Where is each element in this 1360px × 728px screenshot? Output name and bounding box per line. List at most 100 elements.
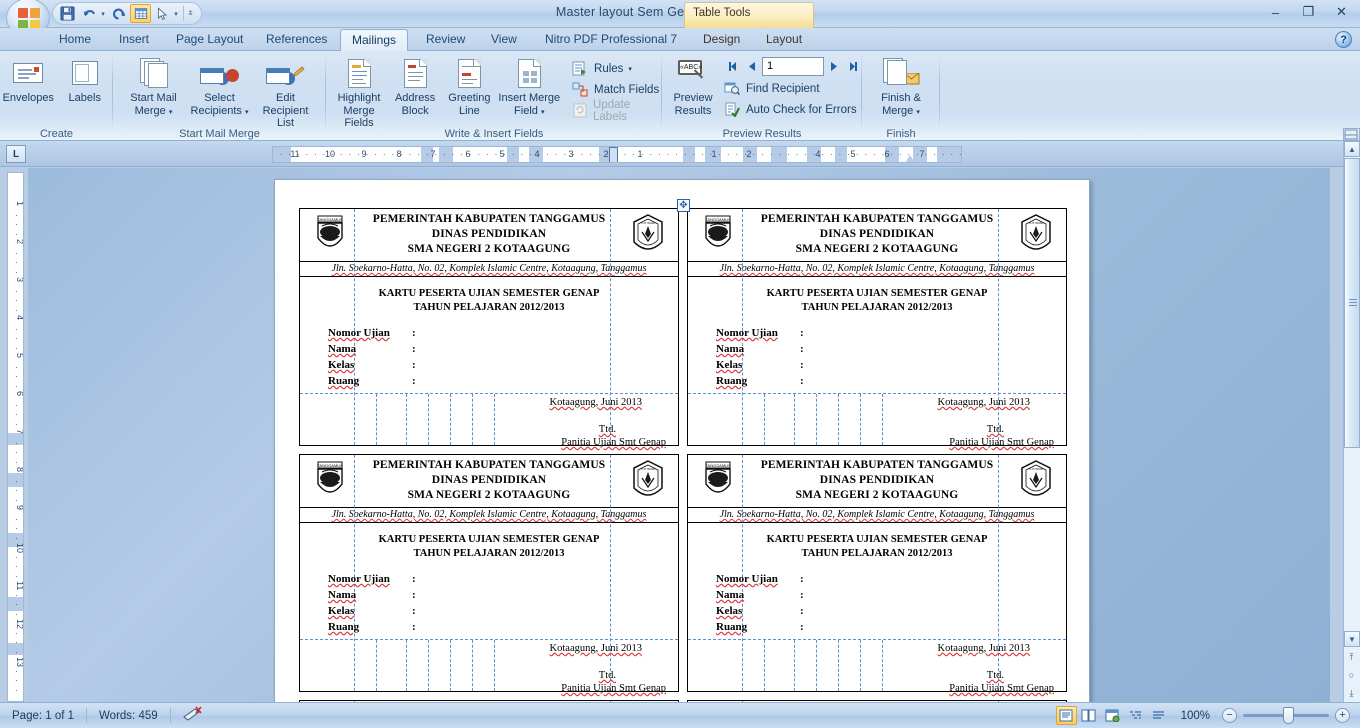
ruler-minor-tick: · [744,150,747,159]
chevron-down-icon[interactable]: ▾ [628,65,632,73]
address-block-icon [403,57,427,89]
find-recipient-label: Find Recipient [746,82,820,95]
document-page[interactable]: ✥ TANGGAMUS TUT WURI PEMERINTAH KABUPATEN … [274,179,1090,702]
find-recipient-button[interactable]: Find Recipient [724,78,862,99]
ruler-minor-tick: · [778,150,782,159]
restore-button[interactable]: ❐ [1294,2,1323,22]
ruler-minor-tick: · [924,150,928,159]
tab-layout[interactable]: Layout [755,29,813,51]
match-fields-button[interactable]: Match Fields [572,79,662,100]
auto-check-for-errors-button[interactable]: Auto Check for Errors [724,99,862,120]
minimize-button[interactable]: – [1261,2,1290,22]
exam-card[interactable]: TANGGAMUSTUT WURIPEMERINTAH KABUPATEN TA… [687,454,1067,694]
record-number-input[interactable]: 1 [762,57,824,76]
tab-home[interactable]: Home [48,29,102,51]
select-browse-object-button[interactable]: ○ [1343,666,1360,684]
tab-review[interactable]: Review [415,29,476,51]
tab-view[interactable]: View [480,29,528,51]
zoom-in-button[interactable]: + [1335,708,1350,723]
scroll-thumb-grip [1349,299,1357,307]
draft-view-button[interactable] [1148,706,1169,725]
ruler-minor-tick: · [15,220,18,229]
preview-results-button[interactable]: «ABC» Preview Results [666,54,720,117]
previous-page-button[interactable]: ⤒ [1343,648,1360,666]
ruler-minor-tick: · [821,150,825,159]
next-record-button[interactable] [825,57,843,76]
document-canvas[interactable]: ✥ TANGGAMUS TUT WURI PEMERINTAH KABUPATEN … [28,168,1330,702]
zoom-out-button[interactable]: − [1222,708,1237,723]
print-layout-view-button[interactable] [1055,706,1077,725]
ruler-minor-tick: · [15,248,18,258]
outline-view-button[interactable] [1125,706,1146,725]
insert-merge-field-button[interactable]: Insert Merge Field ▾ [497,54,562,119]
left-indent-marker[interactable] [609,147,618,162]
chevron-down-icon[interactable]: ▾ [916,109,920,116]
ruler-minor-tick: · [529,150,532,159]
edit-recipient-list-button[interactable]: Edit Recipient List [253,54,319,130]
select-recipients-button[interactable]: Select Recipients ▾ [187,54,253,119]
zoom-slider-thumb[interactable] [1283,707,1294,724]
tab-design[interactable]: Design [692,29,751,51]
card-field-row: Nama: [328,341,678,357]
card-title: KARTU PESERTA UJIAN SEMESTER GENAP TAHUN … [300,277,678,322]
highlight-merge-fields-button[interactable]: Highlight Merge Fields [330,54,388,130]
ruler-minor-tick: · [357,150,360,159]
vertical-scroll-thumb[interactable] [1344,158,1360,448]
table-move-handle[interactable]: ✥ [677,199,690,212]
address-block-button[interactable]: Address Block [388,54,442,117]
card-address: Jln. Soekarno-Hatta, No. 02, Komplek Isl… [300,261,678,277]
edit-recipient-list-label-2: Recipient List [262,104,309,130]
web-layout-view-button[interactable] [1102,706,1123,725]
finish-and-merge-button[interactable]: Finish & Merge ▾ [868,54,934,119]
ruler-minor-tick: · [15,600,18,609]
word-count[interactable]: Words: 459 [87,710,170,722]
help-icon[interactable]: ? [1335,31,1352,48]
full-screen-reading-view-button[interactable] [1079,706,1100,725]
edit-recipient-list-label-1: Edit [276,92,295,104]
chevron-down-icon[interactable]: ▾ [541,109,545,116]
ruler-tick-label: 5 [850,149,856,159]
exam-card[interactable]: TANGGAMUSTUT WURIPEMERINTAH KABUPATEN TA… [299,454,679,694]
vertical-scrollbar[interactable]: ▲ ▼ ⤒ ○ ⤓ [1343,141,1360,702]
exam-card[interactable]: TANGGAMUSTUT WURIPEMERINTAH KABUPATEN TA… [299,208,679,448]
card-organization: PEMERINTAH KABUPATEN TANGGAMUS DINAS PEND… [300,455,678,503]
envelopes-button[interactable]: Envelopes [0,54,57,105]
right-indent-marker[interactable] [905,155,915,162]
ruler-minor-tick: · [701,150,704,159]
scroll-down-button[interactable]: ▼ [1344,631,1360,647]
chevron-down-icon[interactable]: ▾ [169,109,173,116]
greeting-line-button[interactable]: Greeting Line [442,54,496,117]
ruler-minor-tick: · [15,647,18,657]
vertical-ruler[interactable]: 1 · · · 2 · · · 3 · · · 4 · · · 5 · · · 6 · · · 7 · · · 8 · · · 9 · · · 10 · ·… [7,172,24,702]
chevron-down-icon[interactable]: ▾ [245,109,249,116]
card-org-line-3: SMA NEGERI 2 KOTAAGUNG [407,489,571,501]
tab-page-layout[interactable]: Page Layout [165,29,254,51]
group-label-preview-results: Preview Results [722,128,802,140]
labels-button[interactable]: Labels [57,54,114,105]
ruler-tick-label: 7 [15,429,24,435]
tab-references[interactable]: References [255,29,338,51]
tab-nitro-pdf[interactable]: Nitro PDF Professional 7 [534,29,688,51]
ruler-minor-tick: · [305,150,309,159]
first-record-button[interactable] [724,57,742,76]
next-page-button[interactable]: ⤓ [1343,684,1360,702]
zoom-slider-track[interactable] [1243,707,1329,724]
close-button[interactable]: ✕ [1327,2,1356,22]
svg-text:TUT WURI: TUT WURI [641,221,656,225]
zoom-level-label[interactable]: 100% [1169,710,1216,722]
previous-record-button[interactable] [743,57,761,76]
tab-insert[interactable]: Insert [108,29,160,51]
zoom-slider[interactable]: − + [1216,707,1360,724]
last-record-button[interactable] [844,57,862,76]
proofing-errors-icon[interactable] [171,706,215,725]
start-mail-merge-button[interactable]: Start Mail Merge ▾ [121,54,187,119]
card-field-row: Nomor Ujian: [716,325,1066,341]
tab-mailings[interactable]: Mailings [340,29,409,51]
scroll-up-button[interactable]: ▲ [1344,141,1360,157]
exam-card[interactable]: TANGGAMUSTUT WURIPEMERINTAH KABUPATEN TA… [687,208,1067,448]
rules-button[interactable]: Rules ▾ [572,58,662,79]
page-indicator[interactable]: Page: 1 of 1 [0,710,86,722]
split-window-handle[interactable] [1343,128,1360,141]
horizontal-ruler[interactable]: 111098765432112456710···················… [272,146,962,163]
tab-stop-selector[interactable]: L [6,145,26,163]
